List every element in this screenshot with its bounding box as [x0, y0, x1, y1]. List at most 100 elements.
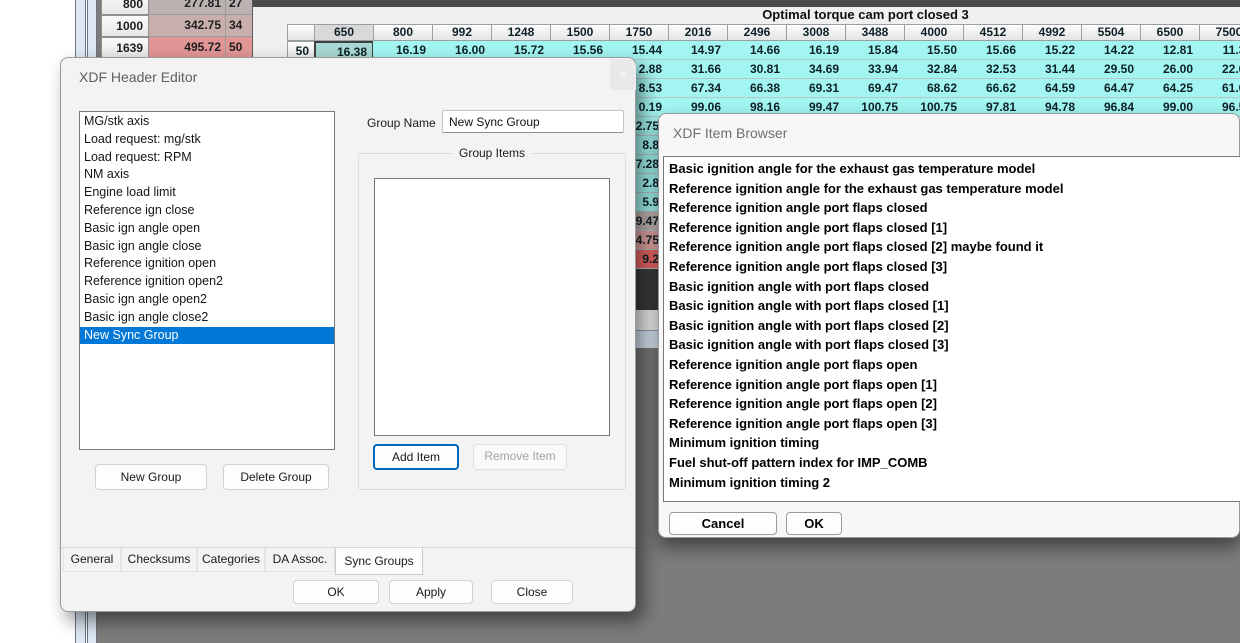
ok-button[interactable]: OK [293, 580, 379, 604]
table-cell[interactable]: 14.97 [668, 41, 728, 60]
column-header[interactable]: 4992 [1022, 24, 1082, 41]
list-item[interactable]: Reference ignition open2 [80, 273, 334, 291]
table-cell[interactable]: 15.84 [845, 41, 905, 60]
axis-label-cell[interactable]: 1639 [101, 37, 149, 59]
axis-label-cell[interactable]: 1000 [101, 15, 149, 37]
list-item[interactable]: Basic ignition angle with port flaps clo… [664, 277, 1240, 297]
list-item[interactable]: Reference ignition angle port flaps open… [664, 375, 1240, 395]
list-item[interactable]: Reference ignition angle port flaps open… [664, 394, 1240, 414]
list-item[interactable]: Reference ignition angle port flaps clos… [664, 237, 1240, 257]
close-icon[interactable]: × [610, 59, 636, 90]
list-item[interactable]: Basic ign angle open2 [80, 291, 334, 309]
column-header[interactable]: 4512 [963, 24, 1023, 41]
column-header[interactable]: 2496 [727, 24, 787, 41]
column-header[interactable]: 5504 [1081, 24, 1141, 41]
list-item[interactable]: Reference ignition open [80, 255, 334, 273]
item-browser-listbox[interactable]: Basic ignition angle for the exhaust gas… [663, 156, 1240, 502]
table-cell[interactable]: 12.81 [1140, 41, 1200, 60]
table-cell[interactable]: 32.53 [963, 60, 1023, 79]
column-header[interactable]: 992 [432, 24, 492, 41]
group-name-input[interactable] [442, 110, 624, 133]
table-cell[interactable]: 64.47 [1081, 79, 1141, 98]
apply-button[interactable]: Apply [389, 580, 473, 604]
list-item[interactable]: Basic ignition angle with port flaps clo… [664, 335, 1240, 355]
axis-label-cell[interactable]: 800 [101, 0, 149, 15]
tab-checksums[interactable]: Checksums [121, 548, 197, 572]
column-header[interactable]: 1750 [609, 24, 669, 41]
table-cell[interactable]: 14.22 [1081, 41, 1141, 60]
list-item[interactable]: Reference ignition angle port flaps clos… [664, 198, 1240, 218]
table-cell[interactable]: 61.09 [1199, 79, 1240, 98]
new-group-button[interactable]: New Group [95, 464, 207, 490]
list-item[interactable]: Minimum ignition timing [664, 433, 1240, 453]
column-header-corner[interactable] [287, 24, 315, 41]
table-cell[interactable]: 15.66 [963, 41, 1023, 60]
table-cell[interactable]: 34.69 [786, 60, 846, 79]
list-item[interactable]: Basic ignition angle with port flaps clo… [664, 316, 1240, 336]
list-item[interactable]: Engine load limit [80, 184, 334, 202]
list-item[interactable]: Reference ignition angle for the exhaust… [664, 179, 1240, 199]
table-cell[interactable]: 68.62 [904, 79, 964, 98]
group-items-listbox[interactable] [374, 178, 610, 436]
tab-sync-groups[interactable]: Sync Groups [335, 548, 423, 575]
value-cell[interactable]: 495.72 [149, 37, 226, 59]
table-cell[interactable]: 16.19 [786, 41, 846, 60]
list-item[interactable]: Basic ign angle close [80, 238, 334, 256]
table-cell[interactable]: 15.22 [1022, 41, 1082, 60]
delete-group-button[interactable]: Delete Group [223, 464, 329, 490]
table-cell[interactable]: 66.62 [963, 79, 1023, 98]
table-cell[interactable]: 31.66 [668, 60, 728, 79]
tab-general[interactable]: General [63, 548, 121, 572]
column-header[interactable]: 1248 [491, 24, 551, 41]
table-cell[interactable]: 67.34 [668, 79, 728, 98]
list-item[interactable]: MG/stk axis [80, 113, 334, 131]
cancel-button[interactable]: Cancel [669, 512, 777, 535]
ok-button[interactable]: OK [786, 512, 842, 535]
list-item[interactable]: Fuel shut-off pattern index for IMP_COMB [664, 453, 1240, 473]
table-cell[interactable]: 11.31 [1199, 41, 1240, 60]
table-cell[interactable]: 33.94 [845, 60, 905, 79]
list-item[interactable]: New Sync Group [80, 327, 334, 345]
table-cell[interactable]: 69.47 [845, 79, 905, 98]
column-header[interactable]: 7500 [1199, 24, 1240, 41]
add-item-button[interactable]: Add Item [373, 444, 459, 470]
close-button[interactable]: Close [491, 580, 573, 604]
list-item[interactable]: Load request: mg/stk [80, 131, 334, 149]
list-item[interactable]: Load request: RPM [80, 149, 334, 167]
value-cell[interactable]: 277.81 [149, 0, 226, 15]
list-item[interactable]: Reference ignition angle port flaps clos… [664, 218, 1240, 238]
column-header[interactable]: 3488 [845, 24, 905, 41]
table-cell[interactable]: 14.66 [727, 41, 787, 60]
table-cell[interactable]: 31.44 [1022, 60, 1082, 79]
sync-groups-listbox[interactable]: MG/stk axisLoad request: mg/stkLoad requ… [79, 111, 335, 450]
list-item[interactable]: Reference ignition angle port flaps open [664, 355, 1240, 375]
table-cell[interactable]: 66.38 [727, 79, 787, 98]
value-cell[interactable]: 50 [226, 37, 252, 59]
remove-item-button[interactable]: Remove Item [473, 444, 567, 470]
list-item[interactable]: Reference ignition angle port flaps open… [664, 414, 1240, 434]
column-header[interactable]: 6500 [1140, 24, 1200, 41]
table-cell[interactable]: 22.62 [1199, 60, 1240, 79]
column-header[interactable]: 800 [373, 24, 433, 41]
value-cell[interactable]: 34 [226, 15, 252, 37]
list-item[interactable]: Basic ign angle open [80, 220, 334, 238]
list-item[interactable]: Reference ign close [80, 202, 334, 220]
tab-da-assoc-[interactable]: DA Assoc. [265, 548, 335, 572]
table-cell[interactable]: 26.00 [1140, 60, 1200, 79]
value-cell[interactable]: 27 [226, 0, 252, 15]
list-item[interactable]: Minimum ignition timing 2 [664, 473, 1240, 493]
column-header[interactable]: 2016 [668, 24, 728, 41]
table-cell[interactable]: 64.59 [1022, 79, 1082, 98]
column-header[interactable]: 650 [314, 24, 374, 41]
list-item[interactable]: Basic ign angle close2 [80, 309, 334, 327]
list-item[interactable]: Basic ignition angle for the exhaust gas… [664, 159, 1240, 179]
table-cell[interactable]: 29.50 [1081, 60, 1141, 79]
table-cell[interactable]: 69.31 [786, 79, 846, 98]
column-header[interactable]: 4000 [904, 24, 964, 41]
list-item[interactable]: Basic ignition angle with port flaps clo… [664, 296, 1240, 316]
list-item[interactable]: Reference ignition angle port flaps clos… [664, 257, 1240, 277]
table-cell[interactable]: 15.50 [904, 41, 964, 60]
tab-categories[interactable]: Categories [197, 548, 265, 572]
column-header[interactable]: 1500 [550, 24, 610, 41]
table-cell[interactable]: 30.81 [727, 60, 787, 79]
